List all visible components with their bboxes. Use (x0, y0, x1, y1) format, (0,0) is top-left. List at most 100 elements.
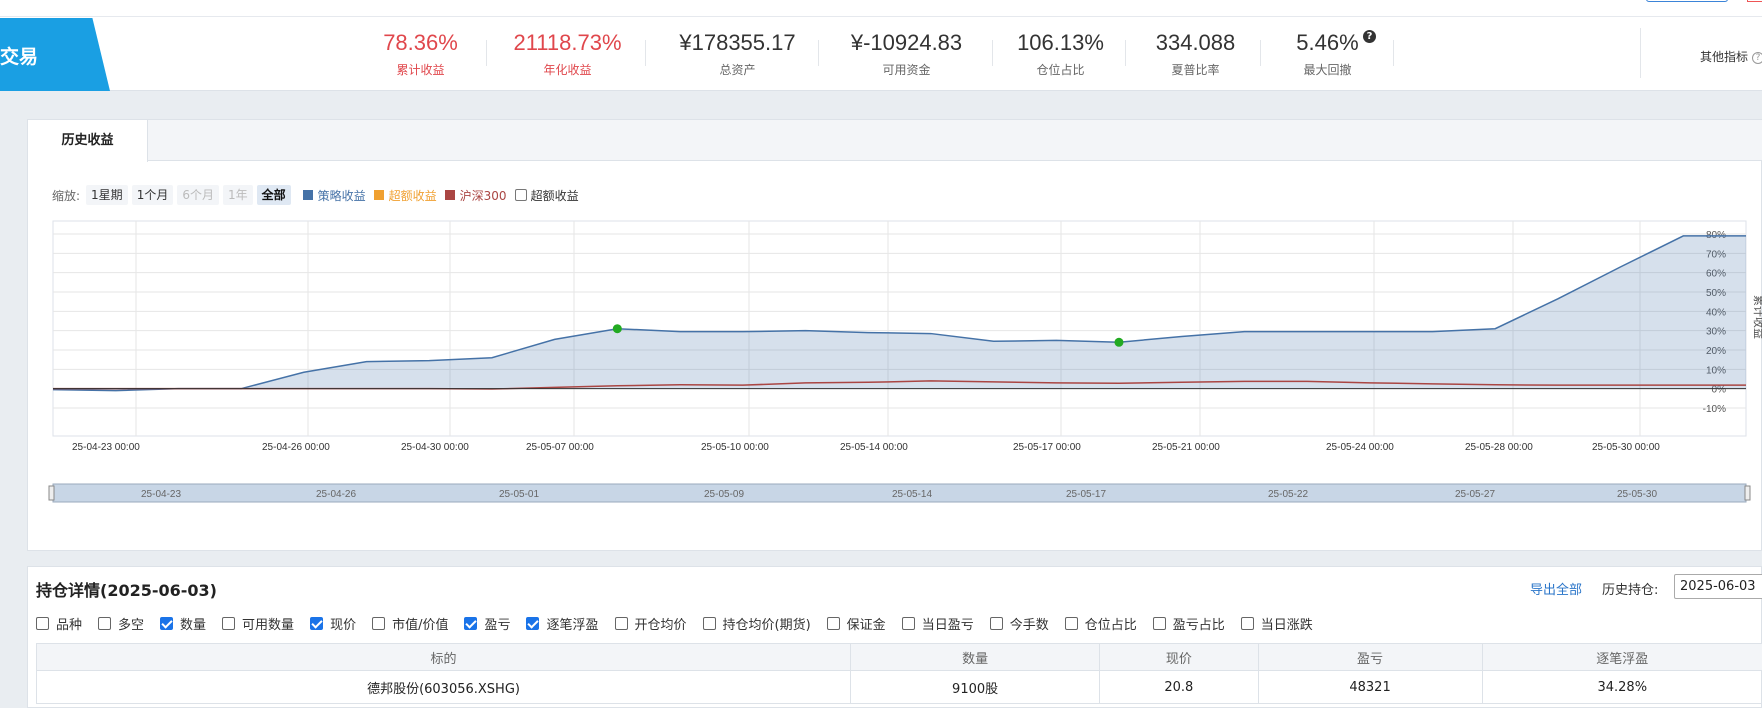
navigator-label: 25-05-30 (1617, 489, 1657, 500)
divider (486, 40, 487, 66)
metric-2: ¥178355.17 总资产 (670, 28, 805, 78)
top-close-button[interactable] (1747, 0, 1762, 2)
column-option-checkbox[interactable] (464, 617, 478, 630)
x-tick-label: 25-05-21 00:00 (1152, 442, 1220, 453)
column-option-checkbox[interactable] (160, 617, 174, 630)
column-option-label: 仓位占比 (1084, 618, 1137, 633)
column-option-checkbox[interactable] (989, 617, 1003, 630)
column-option-checkbox[interactable] (98, 617, 112, 630)
column-option-5[interactable]: 市值/价值 (372, 614, 448, 633)
table-cell: 48321 (1257, 670, 1483, 704)
column-option-label: 盈亏占比 (1172, 618, 1225, 633)
column-option-checkbox[interactable] (1240, 617, 1254, 630)
metric-label: 年化收益 (543, 63, 592, 77)
top-metrics-bar: 交易 ? 其他指标? 78.36% 累计收益 21118.73% 年化收益 ¥17835… (0, 0, 1762, 91)
navigator-handle-right (1744, 485, 1751, 501)
x-tick-label: 25-05-14 00:00 (840, 442, 908, 453)
divider (1125, 40, 1126, 66)
navigator-label: 25-05-22 (1268, 489, 1308, 500)
navigator-handle-left (48, 485, 55, 501)
navigator-label: 25-05-27 (1455, 489, 1495, 500)
column-options: 品种 多空 数量 可用数量 现价 市值/价值 盈亏 逐笔浮盈 开仓均价 持仓均价(期货) 保证金 当日… (36, 614, 1329, 633)
column-header[interactable]: 标的 (35, 643, 852, 671)
column-option-checkbox[interactable] (1064, 617, 1078, 630)
column-option-checkbox[interactable] (1152, 617, 1166, 630)
y-axis-label: 累计收益 (1752, 295, 1762, 339)
column-option-label: 数量 (180, 618, 207, 633)
help-circle-icon: ? (1752, 51, 1762, 64)
brand-label: 交易 (0, 46, 39, 68)
column-option-11[interactable]: 当日盈亏 (901, 614, 974, 633)
table-cell: 德邦股份(603056.XSHG) (35, 670, 852, 704)
export-all-link[interactable]: 导出全部 (1530, 579, 1582, 598)
column-option-2[interactable]: 数量 (160, 614, 206, 633)
column-option-label: 市值/价值 (392, 618, 449, 633)
metric-0: 78.36% 累计收益 (353, 28, 488, 78)
metric-label: 可用资金 (882, 63, 931, 77)
column-option-label: 品种 (56, 618, 83, 633)
holdings-title: 持仓详情(2025-06-03) (36, 581, 217, 600)
navigator-label: 25-04-23 (141, 489, 181, 500)
column-option-label: 现价 (330, 618, 357, 633)
holdings-panel: 持仓详情(2025-06-03) 导出全部 历史持仓: 2025-06-03 品… (27, 566, 1762, 708)
trade-marker[interactable] (1114, 337, 1124, 347)
column-header[interactable]: 盈亏 (1257, 643, 1483, 671)
metric-3: ¥-10924.83 可用资金 (839, 28, 974, 78)
column-option-checkbox[interactable] (826, 617, 840, 630)
table-cell: 9100股 (850, 670, 1101, 704)
column-option-checkbox[interactable] (310, 617, 324, 630)
column-option-8[interactable]: 开仓均价 (614, 614, 687, 633)
column-option-10[interactable]: 保证金 (826, 614, 886, 633)
x-tick-label: 25-05-30 00:00 (1592, 442, 1660, 453)
column-option-15[interactable]: 当日涨跌 (1240, 614, 1313, 633)
column-header[interactable]: 逐笔浮盈 (1481, 643, 1762, 671)
column-option-12[interactable]: 今手数 (989, 614, 1049, 633)
column-option-13[interactable]: 仓位占比 (1064, 614, 1137, 633)
column-option-1[interactable]: 多空 (98, 614, 144, 633)
column-option-9[interactable]: 持仓均价(期货) (702, 614, 811, 633)
x-tick-label: 25-04-23 00:00 (72, 442, 140, 453)
navigator-label: 25-05-09 (704, 489, 744, 500)
column-option-checkbox[interactable] (222, 617, 236, 630)
other-indicators-label: 其他指标 (1700, 50, 1749, 64)
column-option-label: 可用数量 (242, 618, 295, 633)
column-option-0[interactable]: 品种 (36, 614, 82, 633)
navigator-label: 25-04-26 (316, 489, 356, 500)
trade-marker[interactable] (612, 324, 622, 334)
column-option-6[interactable]: 盈亏 (464, 614, 510, 633)
table-header-row: 标的 数量 现价 盈亏 逐笔浮盈 (35, 643, 1762, 671)
column-option-label: 当日涨跌 (1260, 618, 1313, 633)
y-tick-label: -10% (1703, 404, 1726, 415)
metric-label: 最大回撤 (1303, 63, 1352, 77)
other-indicators-button[interactable]: 其他指标? (1700, 48, 1762, 65)
column-header[interactable]: 数量 (850, 643, 1101, 671)
column-option-checkbox[interactable] (901, 617, 915, 630)
column-option-checkbox[interactable] (526, 617, 540, 630)
table-row[interactable]: 德邦股份(603056.XSHG) 9100股 20.8 48321 34.28% (35, 670, 1762, 704)
column-option-4[interactable]: 现价 (310, 614, 356, 633)
column-header[interactable]: 现价 (1099, 643, 1259, 671)
x-tick-label: 25-05-17 00:00 (1013, 442, 1081, 453)
column-option-checkbox[interactable] (614, 617, 628, 630)
history-date-input[interactable]: 2025-06-03 (1674, 574, 1762, 599)
navigator-label: 25-05-14 (892, 489, 932, 500)
top-action-button[interactable] (1646, 0, 1728, 2)
top-strip (0, 0, 1762, 17)
table-cell: 20.8 (1099, 670, 1259, 704)
column-option-3[interactable]: 可用数量 (222, 614, 294, 633)
column-option-label: 持仓均价(期货) (722, 618, 811, 633)
x-tick-label: 25-04-26 00:00 (262, 442, 330, 453)
metric-5: 334.088 夏普比率 (1128, 28, 1263, 78)
x-tick-label: 25-05-28 00:00 (1465, 442, 1533, 453)
column-option-7[interactable]: 逐笔浮盈 (526, 614, 599, 633)
column-option-checkbox[interactable] (372, 617, 386, 630)
column-option-checkbox[interactable] (36, 617, 49, 630)
divider (1640, 28, 1641, 78)
column-option-14[interactable]: 盈亏占比 (1152, 614, 1225, 633)
returns-chart[interactable]: 80%70%60%50%40%30%20%10%0%-10%25-04-23 0… (28, 120, 1762, 552)
divider (1393, 40, 1394, 66)
metric-label: 夏普比率 (1171, 63, 1220, 77)
column-option-label: 逐笔浮盈 (546, 618, 599, 633)
column-option-checkbox[interactable] (702, 617, 716, 630)
metric-value: 5.46% (1296, 30, 1359, 55)
